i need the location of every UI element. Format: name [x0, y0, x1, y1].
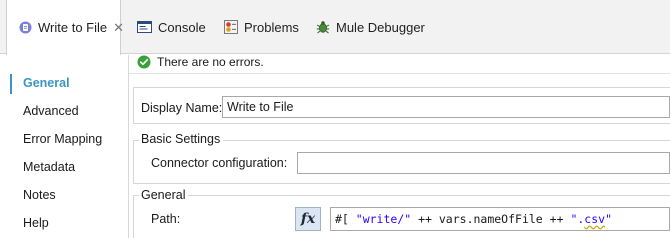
property-sections-nav: General Advanced Error Mapping Metadata …: [0, 55, 128, 238]
nav-item-label: General: [23, 76, 70, 90]
nav-item-metadata[interactable]: Metadata: [0, 156, 124, 178]
validation-status: There are no errors.: [137, 55, 264, 69]
expr-string-csv: csv: [584, 212, 606, 226]
nav-item-error-mapping[interactable]: Error Mapping: [0, 128, 124, 150]
path-label: Path:: [151, 212, 181, 226]
nav-item-help[interactable]: Help: [0, 212, 124, 234]
path-expression-input[interactable]: #[ "write/" ++ vars.nameOfFile ++ ". csv ": [330, 207, 670, 231]
tab-label: Mule Debugger: [336, 19, 425, 35]
close-tab-icon[interactable]: ✕: [113, 20, 124, 36]
expr-open: #[: [335, 212, 356, 226]
editor-tab-bar: Write to File ✕ Console Problems Mule De…: [0, 0, 670, 55]
general-section-title: General: [139, 188, 189, 202]
display-name-input[interactable]: [222, 96, 670, 118]
expr-string-ext-close: ": [605, 212, 613, 226]
nav-item-label: Notes: [23, 188, 56, 202]
console-icon: [137, 20, 152, 34]
active-indicator: [10, 74, 12, 94]
fx-expression-toggle-button[interactable]: fx: [295, 207, 321, 231]
nav-item-notes[interactable]: Notes: [0, 184, 124, 206]
expr-concat-op: ++: [542, 212, 571, 226]
properties-content: There are no errors. Display Name: Basic…: [129, 55, 670, 238]
tab-label: Problems: [244, 19, 299, 35]
problems-icon: [224, 20, 238, 34]
nav-item-general[interactable]: General: [0, 72, 124, 94]
tab-problems[interactable]: Problems: [224, 0, 299, 54]
status-separator: [129, 73, 670, 74]
status-text: There are no errors.: [157, 55, 264, 69]
nav-item-advanced[interactable]: Advanced: [0, 100, 124, 122]
tab-label: Write to File: [38, 20, 108, 35]
tab-label: Console: [158, 19, 206, 35]
expr-string-ext-open: ".: [570, 212, 585, 226]
expr-variable: vars.nameOfFile: [438, 212, 543, 226]
nav-item-label: Help: [23, 216, 49, 230]
nav-item-label: Advanced: [23, 104, 79, 118]
display-name-label: Display Name:: [141, 101, 223, 115]
nav-item-label: Error Mapping: [23, 132, 103, 146]
tab-console[interactable]: Console: [137, 0, 206, 54]
basic-settings-title: Basic Settings: [139, 132, 224, 146]
check-circle-icon: [137, 55, 151, 69]
connector-config-field[interactable]: [297, 152, 670, 174]
nav-item-label: Metadata: [23, 160, 76, 174]
expr-concat-op: ++: [411, 212, 439, 226]
expr-string-write: "write/": [355, 212, 412, 226]
tab-write-to-file[interactable]: Write to File ✕: [6, 0, 124, 55]
tab-mule-debugger[interactable]: Mule Debugger: [316, 0, 425, 54]
fx-icon: fx: [300, 211, 316, 227]
connector-config-label: Connector configuration:: [151, 156, 288, 170]
file-connector-icon: [19, 21, 32, 34]
debugger-bug-icon: [316, 20, 330, 34]
